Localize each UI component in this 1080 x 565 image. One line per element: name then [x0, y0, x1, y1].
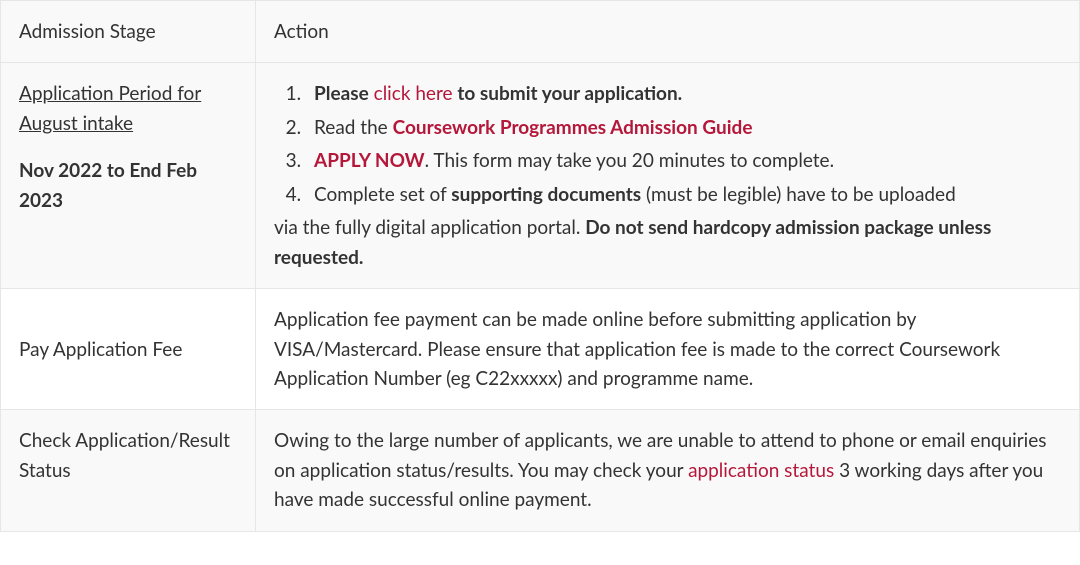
stage-cell-application-period: Application Period for August intake Nov…: [1, 63, 256, 289]
header-stage: Admission Stage: [1, 1, 256, 63]
action-cell-application-period: Please click here to submit your applica…: [256, 63, 1080, 289]
application-status-link[interactable]: application status: [688, 459, 834, 482]
list-text: . This form may take you 20 minutes to c…: [425, 149, 834, 172]
list-text: via the fully digital application portal…: [274, 216, 580, 239]
list-item: APPLY NOW. This form may take you 20 min…: [306, 146, 1061, 175]
list-text: supporting documents: [451, 183, 641, 206]
action-text: Application fee payment can be made onli…: [274, 308, 1000, 390]
admission-guide-link[interactable]: Coursework Programmes Admission Guide: [393, 116, 753, 139]
admission-table: Admission Stage Action Application Perio…: [0, 0, 1080, 532]
list-continuation: via the fully digital application portal…: [274, 213, 1061, 272]
list-item: Please click here to submit your applica…: [306, 79, 1061, 108]
table-row: Check Application/Result Status Owing to…: [1, 410, 1080, 531]
table-row: Application Period for August intake Nov…: [1, 63, 1080, 289]
list-item: Read the Coursework Programmes Admission…: [306, 113, 1061, 142]
stage-title: Application Period for August intake: [19, 79, 237, 138]
apply-now-link[interactable]: APPLY NOW: [314, 149, 425, 172]
list-text: (must be legible) have to be uploaded: [646, 183, 956, 206]
action-list: Please click here to submit your applica…: [274, 79, 1061, 209]
stage-label: Pay Application Fee: [19, 338, 182, 361]
stage-label: Check Application/Result Status: [19, 429, 230, 481]
stage-date: Nov 2022 to End Feb 2023: [19, 156, 237, 215]
stage-cell-check-status: Check Application/Result Status: [1, 410, 256, 531]
click-here-link[interactable]: click here: [374, 82, 453, 105]
table-header-row: Admission Stage Action: [1, 1, 1080, 63]
list-text: Please: [314, 82, 369, 105]
list-text: Complete set of: [314, 183, 446, 206]
list-item: Complete set of supporting documents (mu…: [306, 180, 1061, 209]
table-row: Pay Application Fee Application fee paym…: [1, 289, 1080, 410]
list-text: to submit your application.: [457, 82, 682, 105]
action-cell-check-status: Owing to the large number of applicants,…: [256, 410, 1080, 531]
header-action: Action: [256, 1, 1080, 63]
stage-cell-pay-fee: Pay Application Fee: [1, 289, 256, 410]
list-text: Read the: [314, 116, 388, 139]
action-cell-pay-fee: Application fee payment can be made onli…: [256, 289, 1080, 410]
